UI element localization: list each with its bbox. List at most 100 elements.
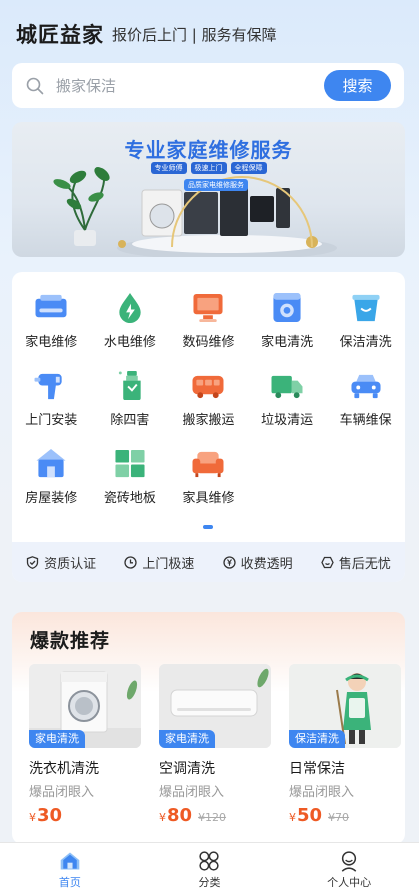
service-guarantees: 资质认证 上门极速 收费透明 售后无忧 [12,542,405,582]
price-value: 80 [167,805,193,826]
product-list: 家电清洗 洗衣机清洗 爆品闭眼入 ¥ 30 家电清洗 空调清洗 爆品闭眼入 ¥ … [29,664,401,826]
tab-label: 个人中心 [327,876,372,889]
service-label: 上门安装 [25,413,78,428]
product-price: ¥ 80 ¥120 [159,805,271,826]
service-label: 家具维修 [182,491,235,506]
bottom-tab-bar: 首页 分类 个人中心 [0,842,419,890]
product-subtitle: 爆品闭眼入 [29,785,95,800]
promo-banner[interactable]: 专业家庭维修服务 专业师傅 极速上门 全程保障 品质家电维修服务 [12,122,405,257]
service-label: 保洁清洗 [339,335,392,350]
clock-icon [124,555,138,569]
service-digital-repair[interactable]: 数码维修 [169,292,248,350]
truck-icon [271,375,303,399]
service-label: 家电维修 [25,335,78,350]
guarantee-transparent: 收费透明 [222,553,293,572]
brand-name: 城匠益家 [16,23,104,47]
service-tile-flooring[interactable]: 瓷砖地板 [91,448,170,506]
guarantee-label: 收费透明 [240,556,293,572]
product-tag: 家电清洗 [159,730,215,748]
service-grid: 家电维修 水电维修 数码维修 家电清洗 保洁清洗 上门安装 除四害 搬家搬运 垃… [12,292,405,506]
search-input[interactable]: 搬家保洁 [56,75,324,96]
service-appliance-cleaning[interactable]: 家电清洗 [248,292,327,350]
product-name: 空调清洗 [159,761,215,777]
tab-category[interactable]: 分类 [159,843,259,890]
car-icon [351,374,381,399]
banner-tag: 全程保障 [230,162,267,174]
service-label: 数码维修 [182,335,235,350]
service-label: 房屋装修 [25,491,78,506]
product-tag: 家电清洗 [29,730,85,748]
original-price: ¥70 [328,811,350,824]
banner-tag: 极速上门 [190,162,227,174]
banner-title: 专业家庭维修服务 [124,138,293,162]
service-label: 家电清洗 [261,335,314,350]
sofa-icon [192,451,224,478]
header-slogan: 报价后上门 | 服务有保障 [112,25,277,44]
service-renovation[interactable]: 房屋装修 [12,448,91,506]
category-icon [199,851,220,871]
product-price: ¥ 30 [29,805,141,826]
product-name: 洗衣机清洗 [29,761,99,777]
bucket-icon [352,294,380,322]
yen-coin-icon [222,555,236,569]
section-title: 爆款推荐 [30,630,111,652]
service-vehicle-maintenance[interactable]: 车辆维保 [326,370,405,428]
profile-icon [341,851,357,872]
house-icon [36,448,66,478]
product-card[interactable]: 家电清洗 洗衣机清洗 爆品闭眼入 ¥ 30 [29,664,141,826]
product-image: 保洁清洗 [289,664,401,748]
service-label: 水电维修 [103,335,156,350]
original-price: ¥120 [198,811,227,824]
price-value: 30 [37,805,63,826]
service-appliance-repair[interactable]: 家电维修 [12,292,91,350]
service-garbage-removal[interactable]: 垃圾清运 [248,370,327,428]
search-button[interactable]: 搜索 [324,70,391,101]
tab-profile[interactable]: 个人中心 [299,843,399,890]
product-name: 日常保洁 [289,761,345,777]
banner-tag: 专业师傅 [150,162,187,174]
tab-label: 分类 [198,876,221,889]
currency-symbol: ¥ [29,811,36,824]
service-house-cleaning[interactable]: 保洁清洗 [326,292,405,350]
product-card[interactable]: 家电清洗 空调清洗 爆品闭眼入 ¥ 80 ¥120 [159,664,271,826]
banner-tags: 专业师傅 极速上门 全程保障 [12,162,405,174]
guarantee-label: 上门极速 [142,556,195,572]
price-value: 50 [297,805,323,826]
service-label: 垃圾清运 [261,413,314,428]
service-label: 除四害 [110,413,150,428]
page-indicator [203,525,213,529]
service-label: 车辆维保 [339,413,392,428]
hot-recommendations: 爆款推荐 家电清洗 洗衣机清洗 爆品闭眼入 ¥ 30 家电清洗 空调清洗 爆品闭… [12,612,405,844]
guarantee-fast: 上门极速 [124,553,194,572]
product-image: 家电清洗 [29,664,141,748]
service-installation[interactable]: 上门安装 [12,370,91,428]
service-furniture-repair[interactable]: 家具维修 [169,448,248,506]
tab-label: 首页 [58,876,81,889]
product-subtitle: 爆品闭眼入 [289,785,355,800]
drill-icon [34,373,62,400]
guarantee-aftersale: 售后无忧 [321,553,391,572]
spray-bottle-icon [118,370,141,401]
search-icon [26,77,44,94]
shield-check-icon [26,555,39,569]
guarantee-label: 资质认证 [44,556,97,572]
currency-symbol: ¥ [289,811,296,824]
appliance-repair-icon [35,294,67,318]
service-moving[interactable]: 搬家搬运 [169,370,248,428]
tile-icon [115,449,145,478]
washer-icon [273,292,301,323]
service-face-icon [321,556,334,568]
guarantee-label: 售后无忧 [338,556,391,572]
product-tag: 保洁清洗 [289,730,345,748]
service-plumbing-electric[interactable]: 水电维修 [91,292,170,350]
monitor-icon [193,293,224,323]
product-price: ¥ 50 ¥70 [289,805,401,826]
tab-home[interactable]: 首页 [20,843,120,890]
banner-subtitle: 品质家电维修服务 [184,179,248,191]
service-pest-control[interactable]: 除四害 [91,370,170,428]
search-bar[interactable]: 搬家保洁 搜索 [12,63,404,108]
service-categories: 家电维修 水电维修 数码维修 家电清洗 保洁清洗 上门安装 除四害 搬家搬运 垃… [12,272,405,582]
product-card[interactable]: 保洁清洗 日常保洁 爆品闭眼入 ¥ 50 ¥70 [289,664,401,826]
product-image: 家电清洗 [159,664,271,748]
service-label: 瓷砖地板 [103,491,156,506]
